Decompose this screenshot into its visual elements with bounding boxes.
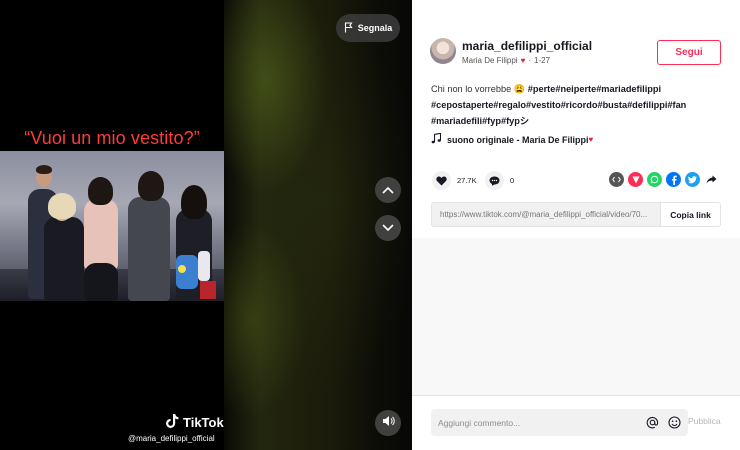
video-player[interactable]: “Vuoi un mio vestito?” TikTok @maria_def… bbox=[0, 0, 412, 450]
share-row bbox=[609, 172, 719, 187]
divider bbox=[412, 395, 740, 396]
video-link-url[interactable]: https://www.tiktok.com/@maria_defilippi_… bbox=[432, 203, 660, 226]
music-note-icon bbox=[431, 132, 442, 146]
flag-icon bbox=[344, 21, 354, 35]
author-display-name: Maria De Filippi bbox=[462, 56, 518, 65]
twitter-icon[interactable] bbox=[685, 172, 700, 187]
copy-link-button[interactable]: Copia link bbox=[660, 203, 720, 226]
comment-bubble-icon bbox=[485, 171, 504, 190]
chevron-up-icon bbox=[382, 181, 394, 199]
share-arrow-icon[interactable] bbox=[704, 172, 719, 187]
music-label: suono originale - Maria De Filippi bbox=[447, 134, 589, 145]
description-emoji: 😩 bbox=[513, 84, 526, 94]
comment-button[interactable]: 0 bbox=[485, 171, 514, 190]
video-info-panel: maria_defilippi_official Maria De Filipp… bbox=[412, 0, 740, 450]
mention-icon[interactable] bbox=[645, 416, 659, 430]
post-date: 1-27 bbox=[534, 56, 551, 65]
comment-count: 0 bbox=[510, 176, 515, 185]
comment-input[interactable] bbox=[438, 417, 637, 428]
author-subline: Maria De Filippi ♥ · 1-27 bbox=[462, 56, 550, 65]
video-link-box: https://www.tiktok.com/@maria_defilippi_… bbox=[431, 202, 721, 227]
separator: · bbox=[528, 56, 531, 65]
description-text: Chi non lo vorrebbe bbox=[431, 84, 512, 94]
emoji-icon[interactable] bbox=[667, 416, 681, 430]
comment-input-box bbox=[431, 409, 688, 436]
video-description: Chi non lo vorrebbe 😩 #perte#neiperte#ma… bbox=[431, 81, 726, 129]
video-scene bbox=[0, 151, 224, 301]
post-comment-button[interactable]: Pubblica bbox=[688, 416, 721, 426]
video-frame: “Vuoi un mio vestito?” TikTok @maria_def… bbox=[0, 0, 224, 450]
comments-list bbox=[412, 238, 740, 395]
next-video-button[interactable] bbox=[375, 215, 401, 241]
report-label: Segnala bbox=[357, 23, 393, 33]
volume-button[interactable] bbox=[375, 410, 401, 436]
tiktok-logo-icon bbox=[166, 414, 179, 431]
music-link[interactable]: suono originale - Maria De Filippi ♥ bbox=[431, 132, 594, 146]
chevron-down-icon bbox=[382, 219, 394, 237]
like-count: 27.7K bbox=[457, 176, 477, 185]
whatsapp-icon[interactable] bbox=[647, 172, 662, 187]
send-icon[interactable] bbox=[628, 172, 643, 187]
previous-video-button[interactable] bbox=[375, 177, 401, 203]
like-button[interactable]: 27.7K bbox=[432, 171, 477, 190]
report-button[interactable]: Segnala bbox=[336, 14, 400, 42]
video-caption-overlay: “Vuoi un mio vestito?” bbox=[24, 128, 200, 148]
author-avatar[interactable] bbox=[430, 38, 456, 64]
author-username[interactable]: maria_defilippi_official bbox=[462, 39, 592, 53]
music-heart-icon: ♥ bbox=[588, 135, 594, 144]
facebook-icon[interactable] bbox=[666, 172, 681, 187]
tiktok-brand-label: TikTok bbox=[183, 415, 224, 430]
like-heart-icon bbox=[432, 171, 451, 190]
embed-icon[interactable] bbox=[609, 172, 624, 187]
heart-icon: ♥ bbox=[520, 56, 526, 65]
follow-button[interactable]: Segui bbox=[657, 40, 721, 65]
tiktok-watermark-handle: @maria_defilippi_official bbox=[128, 434, 215, 443]
tiktok-watermark: TikTok bbox=[166, 414, 224, 431]
speaker-icon bbox=[382, 414, 395, 432]
